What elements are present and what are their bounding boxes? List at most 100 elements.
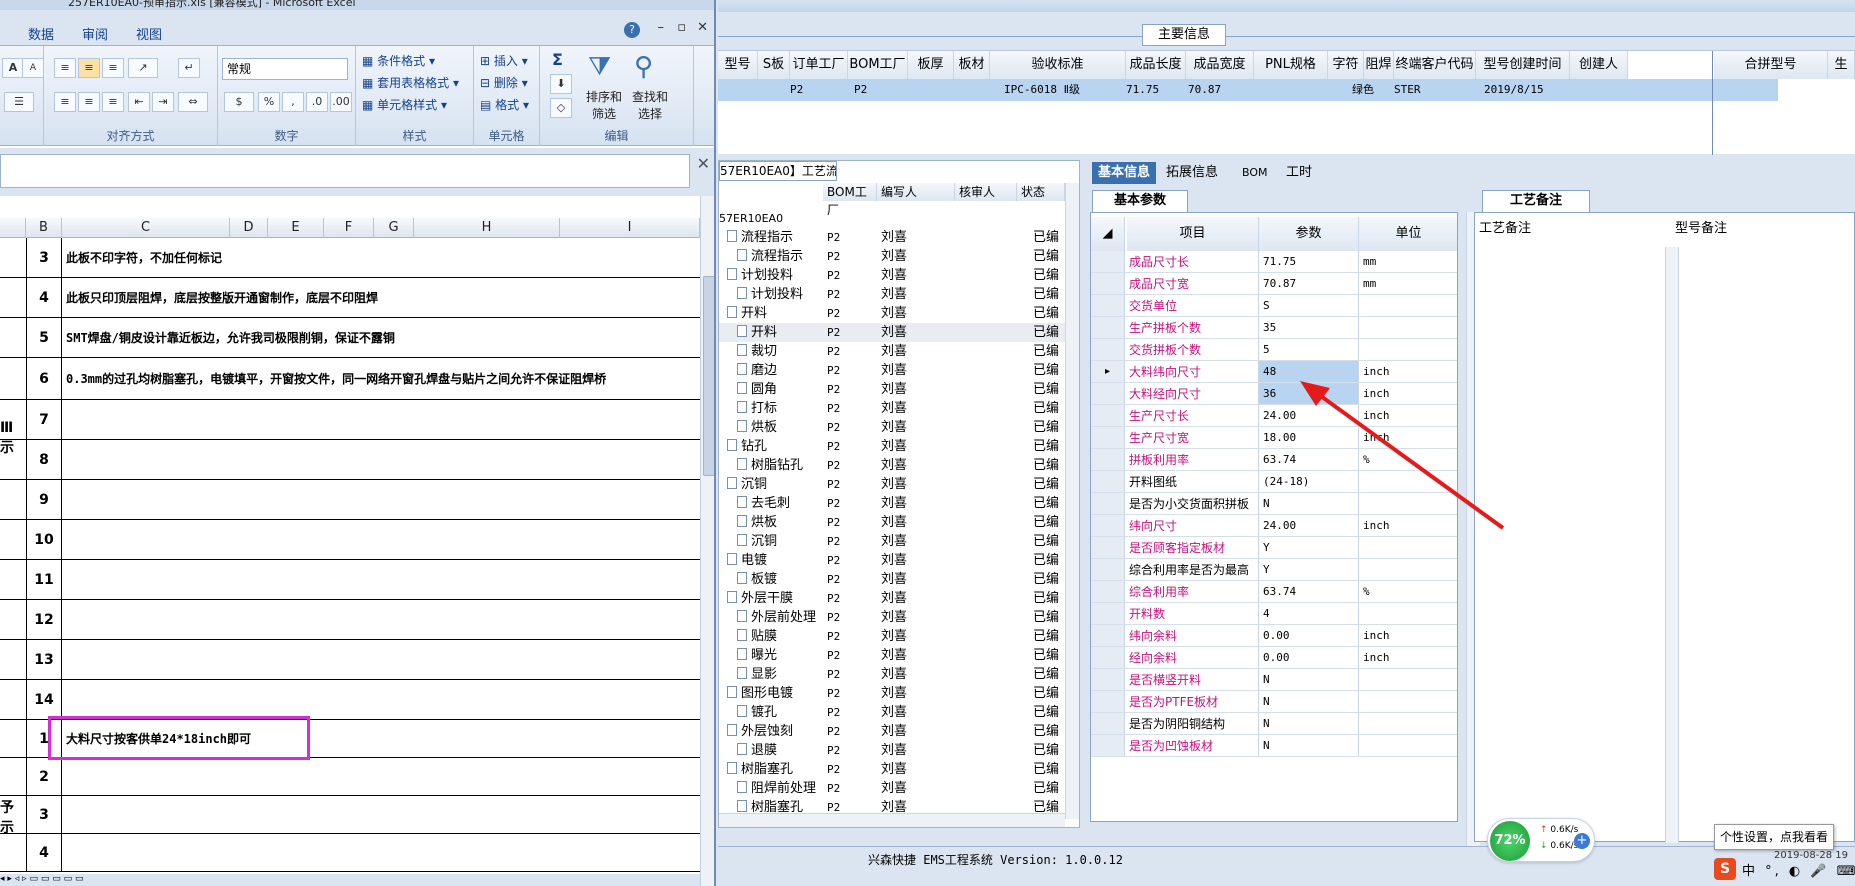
column-header[interactable]: D — [230, 218, 268, 238]
process-item[interactable]: 曝光 P2 刘喜 已编 — [719, 646, 1069, 665]
process-col-header[interactable]: 状态 — [1017, 183, 1065, 201]
param-value[interactable]: S — [1259, 295, 1359, 316]
cell-text[interactable] — [66, 400, 690, 439]
row-selector[interactable] — [1091, 713, 1125, 734]
main-info-row[interactable]: P2 P2 IPC-6018 Ⅱ级 71.75 70.87 绿色 STER 2019/8/15 — [718, 79, 1778, 101]
cell-text[interactable] — [66, 480, 690, 519]
process-item[interactable]: 图形电镀 P2 刘喜 已编 — [719, 684, 1069, 703]
cell-styles-button[interactable]: ▦ 单元格样式 ▾ — [362, 96, 447, 113]
cell-text[interactable] — [66, 440, 690, 479]
align-center-icon[interactable]: ≡ — [78, 92, 100, 112]
param-value[interactable]: N — [1259, 713, 1359, 734]
process-vertical-scrollbar[interactable] — [1065, 183, 1079, 819]
cell-text[interactable] — [66, 520, 690, 559]
vertical-scrollbar[interactable] — [700, 196, 714, 886]
process-item[interactable]: 流程指示 P2 刘喜 已编 — [719, 228, 1069, 247]
row-selector[interactable] — [1091, 669, 1125, 690]
main-col-header[interactable]: 创建人 — [1570, 51, 1628, 79]
param-value[interactable]: 70.87 — [1259, 273, 1359, 294]
cell-text[interactable] — [66, 600, 690, 639]
row-selector[interactable]: ▸ — [1091, 361, 1125, 382]
clear-icon[interactable]: ◇ — [550, 98, 572, 118]
align-bottom-icon[interactable]: ≡ — [102, 58, 124, 78]
process-item[interactable]: 外层干膜 P2 刘喜 已编 — [719, 589, 1069, 608]
align-right-icon[interactable]: ≡ — [102, 92, 124, 112]
process-item[interactable]: 去毛刺 P2 刘喜 已编 — [719, 494, 1069, 513]
decrease-indent-icon[interactable]: ⇤ — [128, 92, 150, 112]
tab-bom[interactable]: BOM — [1236, 162, 1274, 184]
row-selector[interactable] — [1091, 691, 1125, 712]
process-item[interactable]: 开料 P2 刘喜 已编 — [719, 323, 1069, 342]
decrease-font-icon[interactable]: A — [22, 58, 44, 78]
param-value[interactable]: 35 — [1259, 317, 1359, 338]
param-row[interactable]: 交货单位 S — [1091, 295, 1457, 317]
param-row[interactable]: ▸ 大料纬向尺寸 48 inch — [1091, 361, 1457, 383]
insert-button[interactable]: ⊞ 插入 ▾ — [480, 52, 528, 69]
tab-basic-info[interactable]: 基本信息 — [1092, 162, 1157, 184]
main-col-header[interactable]: S板 — [758, 51, 790, 79]
settings-tooltip[interactable]: 个性设置，点我看看 — [1714, 824, 1834, 850]
increase-indent-icon[interactable]: ⇥ — [152, 92, 174, 112]
main-col-header[interactable]: 终端客户代码 — [1394, 51, 1476, 79]
cell-text[interactable]: 此板只印顶层阻焊，底层按整版开通窗制作，底层不印阻焊 — [66, 278, 690, 317]
help-icon[interactable]: ? — [624, 22, 640, 38]
process-item[interactable]: 烘板 P2 刘喜 已编 — [719, 513, 1069, 532]
process-item[interactable]: 外层蚀刻 P2 刘喜 已编 — [719, 722, 1069, 741]
param-row[interactable]: 开料图纸 (24-18) — [1091, 471, 1457, 493]
row-selector[interactable] — [1091, 251, 1125, 272]
column-header[interactable]: I — [560, 218, 700, 238]
param-value[interactable]: N — [1259, 493, 1359, 514]
process-item[interactable]: 圆角 P2 刘喜 已编 — [719, 380, 1069, 399]
format-as-table-button[interactable]: ▦ 套用表格格式 ▾ — [362, 74, 459, 91]
craft-notes-tab[interactable]: 工艺备注 — [1482, 190, 1590, 212]
param-value[interactable]: 24.00 — [1259, 515, 1359, 536]
param-value[interactable]: 4 — [1259, 603, 1359, 624]
process-item[interactable]: 树脂塞孔 P2 刘喜 已编 — [719, 760, 1069, 779]
main-col-header[interactable]: PNL规格 — [1254, 51, 1328, 79]
row-selector[interactable] — [1091, 559, 1125, 580]
row-selector[interactable] — [1091, 735, 1125, 756]
process-item[interactable]: 镀孔 P2 刘喜 已编 — [719, 703, 1069, 722]
param-value[interactable]: N — [1259, 735, 1359, 756]
param-row[interactable]: 是否为小交货面积拼板 N — [1091, 493, 1457, 515]
process-item[interactable]: 退膜 P2 刘喜 已编 — [719, 741, 1069, 760]
row-selector[interactable] — [1091, 537, 1125, 558]
param-row[interactable]: 大料经向尺寸 36 inch — [1091, 383, 1457, 405]
param-row[interactable]: 是否为阴阳铜结构 N — [1091, 713, 1457, 735]
main-col-header[interactable]: 型号 — [718, 51, 758, 79]
main-col-header[interactable]: 成品宽度 — [1186, 51, 1254, 79]
ime-icon[interactable]: S — [1714, 858, 1736, 880]
param-row[interactable]: 交货拼板个数 5 — [1091, 339, 1457, 361]
main-col-header[interactable]: 板厚 — [908, 51, 954, 79]
param-row[interactable]: 拼板利用率 63.74% — [1091, 449, 1457, 471]
param-value[interactable]: 0.00 — [1259, 647, 1359, 668]
main-col-header[interactable]: 验收标准 — [990, 51, 1126, 79]
workbook-close-button[interactable]: ✕ — [697, 20, 708, 35]
cell-text[interactable] — [66, 560, 690, 599]
process-item[interactable]: 钻孔 P2 刘喜 已编 — [719, 437, 1069, 456]
tab-extended-info[interactable]: 拓展信息 — [1160, 162, 1224, 184]
decrease-decimal-icon[interactable]: .00 — [330, 92, 352, 112]
param-value[interactable]: 63.74 — [1259, 449, 1359, 470]
row-selector[interactable] — [1091, 647, 1125, 668]
column-header[interactable]: H — [414, 218, 560, 238]
tab-data[interactable]: 数据 — [28, 24, 54, 43]
fill-icon[interactable]: ⬇ — [550, 74, 572, 94]
row-selector[interactable] — [1091, 515, 1125, 536]
network-speed-widget[interactable]: 72% ↑ 0.6K/s ↓ 0.6K/s + — [1487, 818, 1595, 862]
process-item[interactable]: 磨边 P2 刘喜 已编 — [719, 361, 1069, 380]
process-item[interactable]: 打标 P2 刘喜 已编 — [719, 399, 1069, 418]
column-header[interactable]: F — [324, 218, 374, 238]
param-row[interactable]: 成品尺寸长 71.75 mm — [1091, 251, 1457, 273]
ribbon-minimize-button[interactable]: – — [658, 20, 665, 35]
process-item[interactable]: 沉铜 P2 刘喜 已编 — [719, 475, 1069, 494]
process-item[interactable]: 计划投料 P2 刘喜 已编 — [719, 285, 1069, 304]
param-row[interactable]: 是否为凹蚀板材 N — [1091, 735, 1457, 757]
row-selector[interactable] — [1091, 427, 1125, 448]
process-item[interactable]: 流程指示 P2 刘喜 已编 — [719, 247, 1069, 266]
process-item[interactable]: 阻焊前处理 P2 刘喜 已编 — [719, 779, 1069, 798]
process-item[interactable]: 贴膜 P2 刘喜 已编 — [719, 627, 1069, 646]
process-item[interactable]: 显影 P2 刘喜 已编 — [719, 665, 1069, 684]
param-value[interactable]: 24.00 — [1259, 405, 1359, 426]
param-row[interactable]: 是否顾客指定板材 Y — [1091, 537, 1457, 559]
